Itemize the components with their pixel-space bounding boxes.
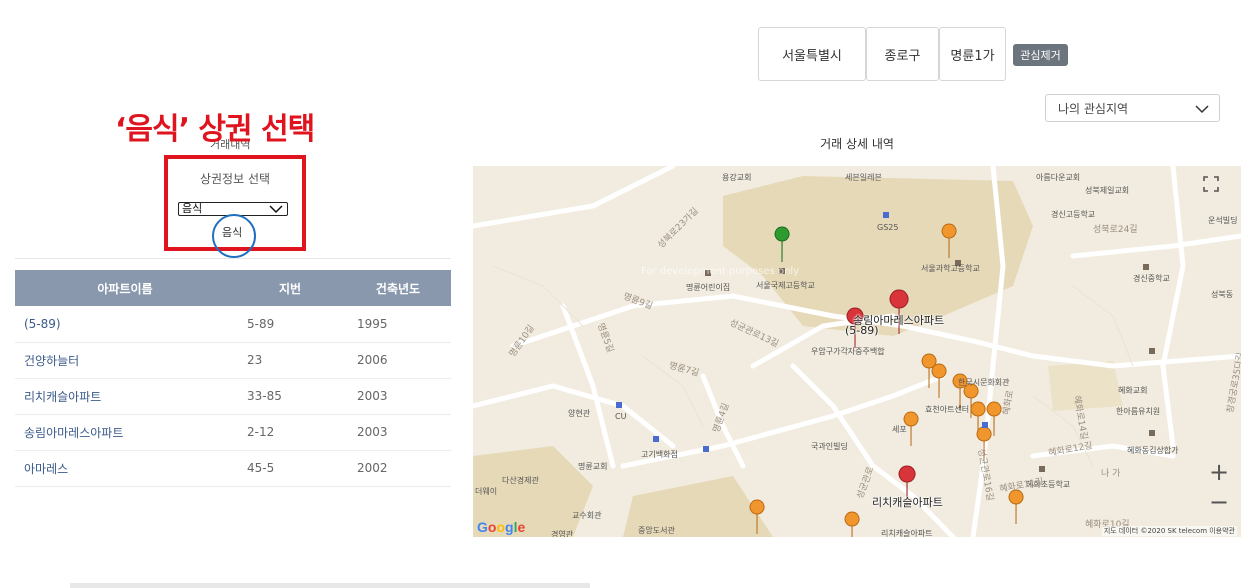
apt-name[interactable]: 건양하늘터 <box>15 342 235 379</box>
map-place-label: 운석빌딩 <box>1208 216 1238 225</box>
header-name: 아파트이름 <box>15 270 235 306</box>
map-apartment-label[interactable]: 리치캐슬아파트 <box>872 494 943 510</box>
region-dong-label: 명륜1가 <box>950 48 995 64</box>
region-city-label: 서울특별시 <box>782 48 842 64</box>
header-year: 건축년도 <box>345 270 451 306</box>
logo-letter: G <box>477 519 488 535</box>
bottom-scrollbar[interactable] <box>70 583 590 588</box>
map-place-label: 양현관 <box>568 409 591 418</box>
region-dong: 명륜1가 <box>939 27 1006 81</box>
apt-name[interactable]: (5-89) <box>15 306 235 343</box>
map-credit[interactable]: 지도 데이터 ©2020 SK telecom 이용약관 <box>1101 526 1237 536</box>
map-place-label: 경신중학교 <box>1133 274 1170 283</box>
apt-name[interactable]: 리치캐슬아파트 <box>15 378 235 415</box>
apt-jibun: 33-85 <box>235 378 345 415</box>
apt-year: 1995 <box>345 306 451 343</box>
logo-letter: e <box>517 519 526 535</box>
table-row[interactable]: 건양하늘터 23 2006 <box>15 342 451 379</box>
region-city: 서울특별시 <box>758 27 866 81</box>
favorite-region-select[interactable]: 나의 관심지역 <box>1045 94 1220 122</box>
header-jibun: 지번 <box>235 270 345 306</box>
apt-name[interactable]: 아마레스 <box>15 450 235 487</box>
unfavorite-button[interactable]: 관심제거 <box>1013 44 1068 66</box>
map[interactable]: 서울국제고등학교 서울과학고등학교 경신고등학교 성북제일교회 명륜어린이집 G… <box>473 166 1241 537</box>
map-place-label: 고기백화점 <box>641 450 678 459</box>
map-watermark: For development purposes only <box>641 266 800 277</box>
map-place-label: 다산경제관 <box>502 476 539 485</box>
table-row[interactable]: 송림아마레스아파트 2-12 2003 <box>15 414 451 451</box>
apt-name[interactable]: 송림아마레스아파트 <box>15 414 235 451</box>
region-district: 종로구 <box>866 27 939 81</box>
fullscreen-icon-glyph <box>1203 176 1219 192</box>
divider <box>15 258 451 259</box>
chevron-down-icon <box>1195 105 1209 114</box>
map-place-label: 교수회관 <box>572 511 602 520</box>
map-place-label: 아름다운교회 <box>1036 173 1081 182</box>
map-place-label: 용강교회 <box>722 173 752 182</box>
apt-jibun: 5-89 <box>235 306 345 343</box>
fullscreen-icon[interactable] <box>1203 176 1235 204</box>
map-place-label: 효천아트센터 <box>925 405 970 414</box>
logo-letter: g <box>505 519 514 535</box>
map-place-label: 성북동 <box>1211 290 1234 299</box>
map-place-label: 세포 <box>892 425 907 434</box>
map-place-label: 혜화동김상합가 <box>1127 446 1179 455</box>
region-district-label: 종로구 <box>884 48 921 64</box>
map-place-label: CU <box>615 412 627 421</box>
map-place-label: 혜화교회 <box>1118 386 1148 395</box>
logo-letter: o <box>496 519 506 535</box>
map-place-label: 명륜교회 <box>578 462 608 471</box>
zoom-in-button[interactable]: + <box>1203 458 1235 486</box>
apt-jibun: 45-5 <box>235 450 345 487</box>
detail-title: 거래 상세 내역 <box>820 137 894 151</box>
map-place-label: 더웨이 <box>475 487 498 496</box>
map-place-label: 경영관 <box>551 530 574 537</box>
annotation-title: ‘음식’ 상권 선택 <box>115 112 315 147</box>
apt-year: 2006 <box>345 342 451 379</box>
apt-year: 2003 <box>345 414 451 451</box>
map-place-label: GS25 <box>877 223 899 232</box>
google-logo: Google <box>477 519 525 535</box>
apt-jibun: 23 <box>235 342 345 379</box>
favorite-region-value: 나의 관심지역 <box>1058 101 1129 116</box>
map-apartment-label[interactable]: (5-89) <box>845 324 879 337</box>
map-place-label: 우암구가각자중주백합 <box>811 347 885 356</box>
table-row[interactable]: 아마레스 45-5 2002 <box>15 450 451 487</box>
apartment-table: 아파트이름 지번 건축년도 (5-89) 5-89 1995 건양하늘터 23 2006… <box>15 270 451 487</box>
annotation-highlight-circle <box>212 214 256 258</box>
map-place-label: 서울과학고등학교 <box>921 264 980 273</box>
zoom-out-button[interactable]: − <box>1203 488 1235 516</box>
map-place-label: 성북제일교회 <box>1085 186 1130 195</box>
map-place-label: 한국시문화회관 <box>958 378 1010 387</box>
map-place-label: 한아름유치원 <box>1116 407 1161 416</box>
map-place-label: 서울국제고등학교 <box>756 281 815 290</box>
apt-jibun: 2-12 <box>235 414 345 451</box>
apt-year: 2002 <box>345 450 451 487</box>
map-place-label: 세븐일레븐 <box>845 173 882 182</box>
map-road-label: 나 가 <box>1101 469 1121 479</box>
table-row[interactable]: (5-89) 5-89 1995 <box>15 306 451 343</box>
map-place-label: 경신고등학교 <box>1051 210 1096 219</box>
table-header-row: 아파트이름 지번 건축년도 <box>15 270 451 306</box>
map-place-label: 명륜어린이집 <box>686 283 731 292</box>
map-road-label: 성북로24길 <box>1093 225 1138 235</box>
map-place-label: 국과인빌딩 <box>811 442 848 451</box>
map-place-label: 리치캐슬아파트 <box>881 529 933 537</box>
table-row[interactable]: 리치캐슬아파트 33-85 2003 <box>15 378 451 415</box>
map-place-label: 중앙도서관 <box>638 526 675 535</box>
apt-year: 2003 <box>345 378 451 415</box>
